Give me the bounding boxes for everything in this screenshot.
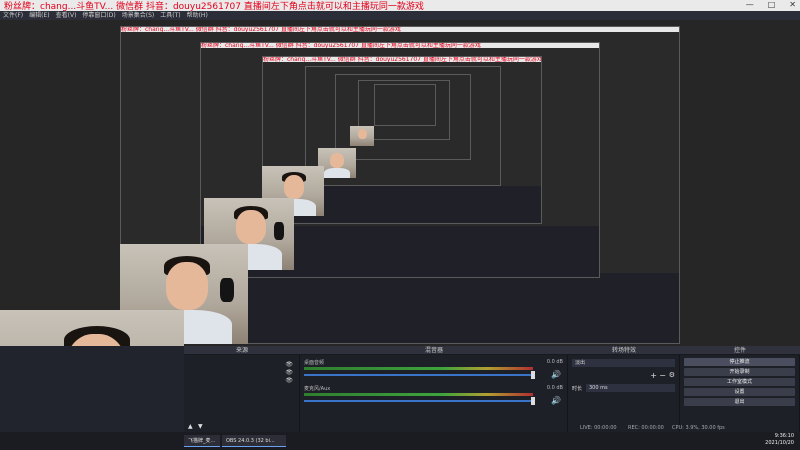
menu-bar: 文件(F) 编辑(E) 查看(V) 停靠窗口(D) 场景集合(S) 工具(T) … (0, 11, 800, 20)
source-visibility-icon[interactable]: 👁 (285, 369, 293, 376)
menu-file[interactable]: 文件(F) (3, 11, 23, 20)
mixer-header: 混音器 (300, 346, 568, 355)
rec-time: REC: 00:00:00 (628, 425, 664, 431)
volume-knob[interactable] (531, 371, 535, 379)
preview-canvas[interactable]: 粉丝牌：chang...斗鱼TV... 微信群 抖音：douyu2561707 … (0, 20, 800, 346)
settings-button[interactable]: 设置 (684, 388, 795, 396)
menu-help[interactable]: 帮助(H) (187, 11, 208, 20)
volume-knob[interactable] (531, 397, 535, 405)
transition-gear-icon[interactable]: ⚙ (669, 371, 675, 379)
duration-label: 时长 (572, 386, 583, 392)
move-up-icon[interactable]: ▲ (188, 423, 193, 430)
mixer-label: 麦克风/Aux (304, 386, 331, 392)
webcam-main (0, 310, 184, 346)
taskbar: 飞猫牌_麦... OBS 24.0.3 (32 bi... 9:36:10 20… (0, 432, 800, 450)
mixer-label: 桌面音频 (304, 360, 325, 366)
mixer-db: 0.0 dB (546, 359, 563, 365)
speaker-icon[interactable]: 🔊 (551, 370, 561, 379)
maximize-icon[interactable]: □ (768, 0, 776, 9)
transition-select[interactable]: 淡出 (572, 359, 675, 367)
speaker-icon[interactable]: 🔊 (551, 396, 561, 405)
mixer-channel-desktop: 桌面音频 0.0 dB 🔊 (304, 359, 563, 381)
sources-header: 来源 (184, 346, 300, 355)
window-titlebar: 粉丝牌：chang...斗鱼TV... 微信群 抖音：douyu2561707 … (0, 0, 800, 12)
nested-frame (374, 84, 436, 126)
volume-meter (304, 367, 533, 370)
menu-edit[interactable]: 编辑(E) (29, 11, 49, 20)
clock-time: 9:36:10 (774, 433, 794, 439)
taskbar-clock[interactable]: 9:36:10 2021/10/20 (765, 433, 794, 447)
menu-docks[interactable]: 停靠窗口(D) (82, 11, 115, 20)
sources-panel[interactable]: 👁 👁 👁 ▲ ▼ (184, 355, 300, 432)
mixer-db: 0.0 dB (546, 385, 563, 391)
move-down-icon[interactable]: ▼ (198, 423, 203, 430)
taskbar-item-app[interactable]: 飞猫牌_麦... (184, 435, 220, 447)
menu-view[interactable]: 查看(V) (56, 11, 77, 20)
live-time: LIVE: 00:00:00 (580, 425, 617, 431)
taskbar-item-obs[interactable]: OBS 24.0.3 (32 bi... (222, 435, 286, 447)
nested-title: 粉丝牌：chang...斗鱼TV... 微信群 抖音：douyu2561707 … (263, 57, 541, 62)
add-transition-icon[interactable]: + (650, 371, 657, 380)
menu-scene-collection[interactable]: 场景集合(S) (122, 11, 155, 20)
studio-mode-button[interactable]: 工作室模式 (684, 378, 795, 386)
volume-slider[interactable] (304, 374, 533, 376)
status-bar: LIVE: 00:00:00 REC: 00:00:00 CPU: 3.9%, … (568, 424, 800, 432)
source-visibility-icon[interactable]: 👁 (285, 361, 293, 368)
remove-transition-icon[interactable]: − (659, 371, 666, 380)
webcam-tile (350, 126, 374, 146)
duration-input[interactable]: 300 ms (586, 384, 675, 392)
mixer-channel-mic: 麦克风/Aux 0.0 dB 🔊 (304, 385, 563, 407)
controls-panel: 停止推流 开始录制 工作室模式 设置 退出 (680, 355, 800, 432)
source-visibility-icon[interactable]: 👁 (285, 377, 293, 384)
transitions-panel: 淡出 + − ⚙ 时长 300 ms (568, 355, 680, 432)
dock-area: 来源 👁 👁 👁 ▲ ▼ 混音器 桌面音频 0.0 dB 🔊 麦克风/Aux 0… (0, 346, 800, 432)
volume-slider[interactable] (304, 400, 533, 402)
clock-date: 2021/10/20 (765, 440, 794, 446)
menu-tools[interactable]: 工具(T) (160, 11, 180, 20)
exit-button[interactable]: 退出 (684, 398, 795, 406)
transitions-header: 转场特效 (568, 346, 680, 355)
start-recording-button[interactable]: 开始录制 (684, 368, 795, 376)
minimize-icon[interactable]: — (746, 0, 754, 9)
mixer-panel: 桌面音频 0.0 dB 🔊 麦克风/Aux 0.0 dB 🔊 (300, 355, 568, 432)
nested-title: 粉丝牌：chang...斗鱼TV... 微信群 抖音：douyu2561707 … (201, 43, 599, 48)
volume-meter (304, 393, 533, 396)
cpu-status: CPU: 3.9%, 30.00 fps (672, 425, 725, 431)
nested-title: 粉丝牌：chang...斗鱼TV... 微信群 抖音：douyu2561707 … (121, 27, 679, 32)
controls-header: 控件 (680, 346, 800, 355)
close-icon[interactable]: ✕ (789, 0, 796, 9)
stop-streaming-button[interactable]: 停止推流 (684, 358, 795, 366)
